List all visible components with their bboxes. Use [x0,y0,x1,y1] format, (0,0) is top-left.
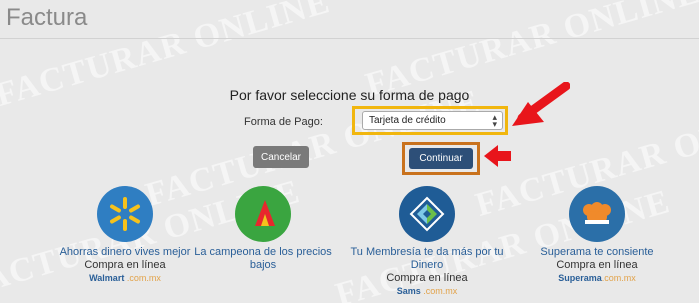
promo-subtitle: Compra en línea [84,259,166,271]
promo-title: Ahorras dinero vives mejor [59,246,191,258]
walmart-spark-icon [97,186,153,242]
promo-title: Superama te consiente [540,246,654,258]
superama-icon [569,186,625,242]
cancel-button[interactable]: Cancelar [253,146,309,168]
promo-walmart[interactable]: Ahorras dinero vives mejor Compra en lín… [46,186,204,285]
continue-button[interactable]: Continuar [409,148,473,169]
promo-subtitle: Compra en línea [556,259,638,271]
promo-title: La campeona de los precios bajos [194,246,332,271]
bodega-aurrera-icon [235,186,291,242]
sams-club-icon [399,186,455,242]
payment-heading: Por favor seleccione su forma de pago [229,87,470,103]
promo-title: Tu Membresía te da más por tu Dinero [350,246,504,271]
payment-method-value: Tarjeta de crédito [369,115,446,126]
promo-subtitle: Compra en línea [386,272,468,284]
promo-brand: Walmart .com.mx [89,273,161,283]
promo-brand: Superama.com.mx [558,273,636,283]
promo-brand: Sams .com.mx [396,286,458,296]
payment-method-select[interactable]: Tarjeta de crédito ▴ ▾ [362,111,503,130]
promo-superama[interactable]: Superama te consiente Compra en línea Su… [518,186,676,285]
arrow-to-select-icon [512,82,570,126]
page-title: Factura [6,4,88,31]
promo-sams[interactable]: Tu Membresía te da más por tu Dinero Com… [348,186,506,298]
header-divider [0,38,699,39]
select-arrows-icon: ▴ ▾ [492,112,497,129]
arrow-to-continue-icon [484,145,511,167]
payment-method-label: Forma de Pago: [244,116,323,128]
promo-bodega[interactable]: La campeona de los precios bajos [184,186,342,272]
